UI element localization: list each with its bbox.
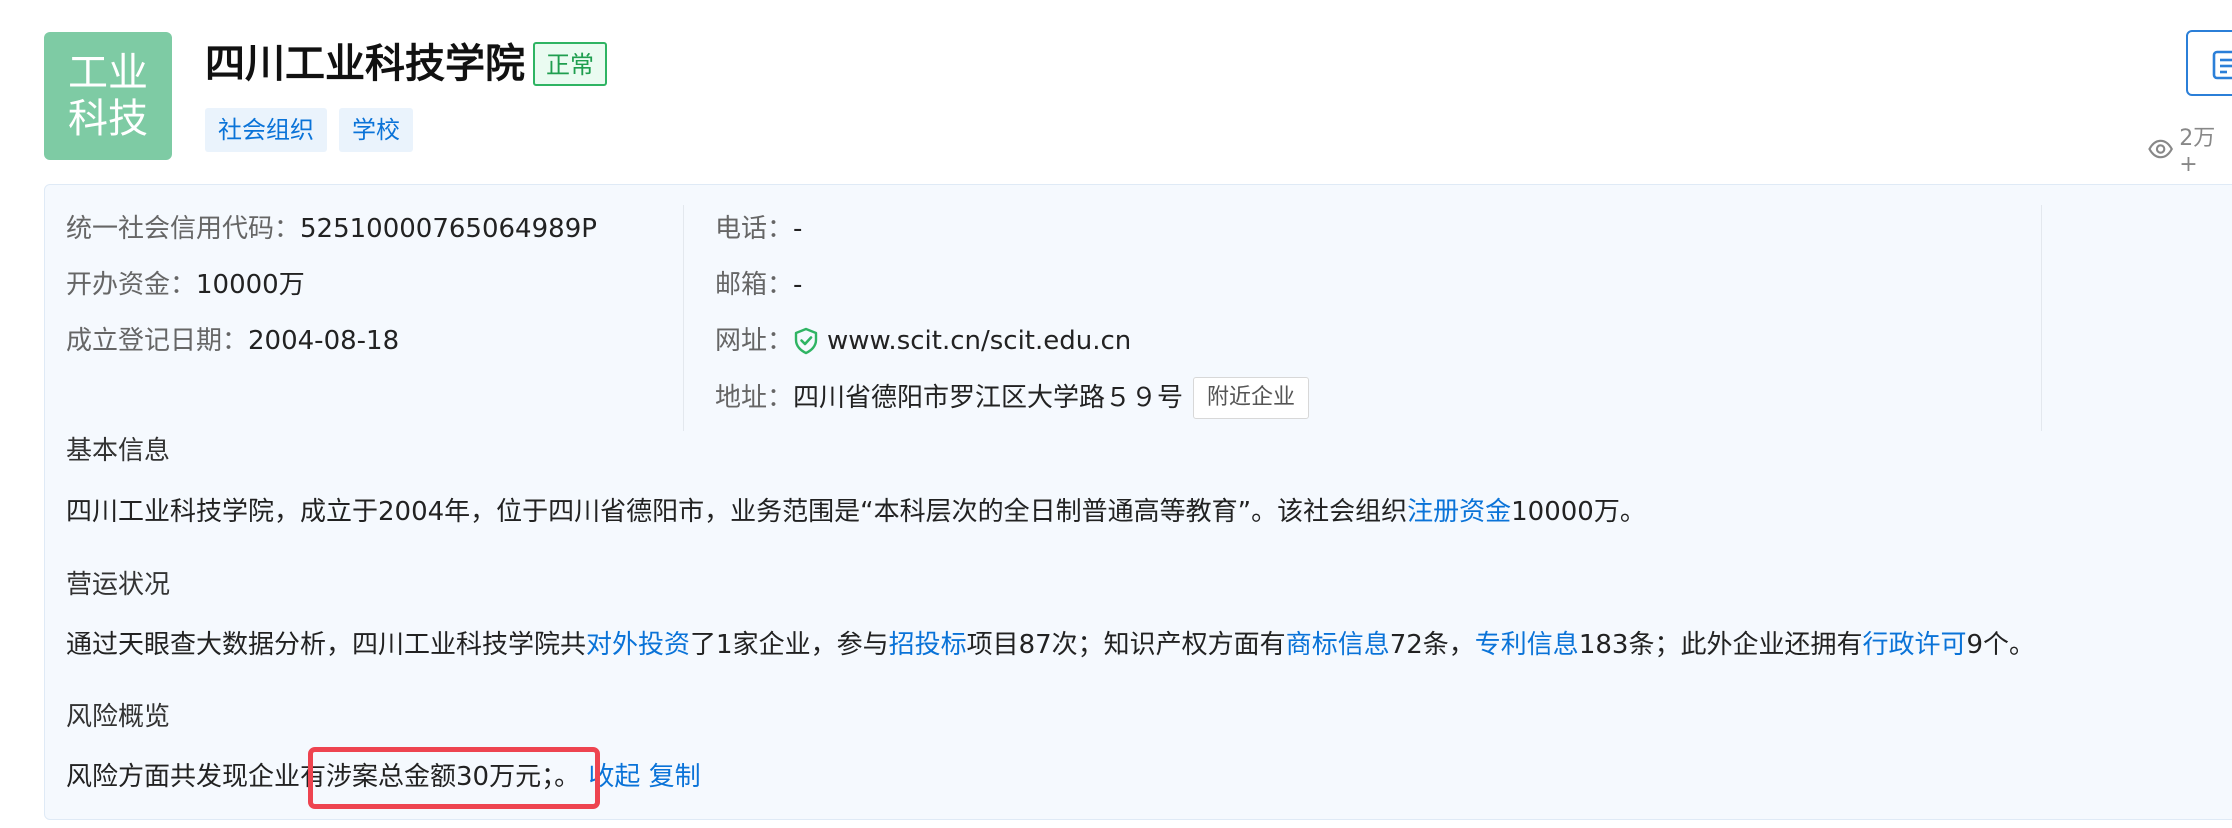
column-divider <box>683 205 684 431</box>
operation-text-part: 通过天眼查大数据分析，四川工业科技学院共 <box>66 630 587 660</box>
address-label: 地址： <box>715 383 794 413</box>
document-icon <box>2212 50 2232 80</box>
operation-status-text: 通过天眼查大数据分析，四川工业科技学院共对外投资了1家企业，参与招投标项目87次… <box>66 625 2035 665</box>
registration-date-field: 成立登记日期： 2004-08-18 <box>66 321 399 361</box>
logo-text-line1: 工业 <box>68 50 148 96</box>
risk-text-part: 。 <box>554 762 581 792</box>
collapse-link[interactable]: 收起 <box>588 762 640 792</box>
risk-overview-text: 风险方面共发现企业有涉案总金额30万元；。 收起 复制 <box>66 757 701 797</box>
company-info-panel: 统一社会信用代码： 52510000765064989P 开办资金： 10000… <box>44 184 2232 820</box>
risk-text-part: 风险方面共发现企业 <box>66 762 301 792</box>
outbound-investment-link[interactable]: 对外投资 <box>586 630 690 660</box>
company-logo: 工业 科技 <box>44 32 172 160</box>
risk-overview-title: 风险概览 <box>66 702 171 732</box>
capital-value: 10000万 <box>196 270 305 300</box>
basic-info-text-part: 四川工业科技学院，成立于2004年，位于四川省德阳市，业务范围是“本科层次的全日… <box>66 497 1408 527</box>
address-field: 地址： 四川省德阳市罗江区大学路５９号 附近企业 <box>715 377 1310 419</box>
tag-list: 社会组织 学校 <box>205 108 413 152</box>
operation-text-part: 项目87次；知识产权方面有 <box>966 630 1286 660</box>
tag-social-organization[interactable]: 社会组织 <box>205 108 327 152</box>
tag-school[interactable]: 学校 <box>339 108 413 152</box>
risk-amount-text: 有涉案总金额30万元； <box>300 762 555 792</box>
eye-icon <box>2148 139 2173 158</box>
operation-status-title: 营运状况 <box>66 570 171 600</box>
basic-info-text-part: 10000万。 <box>1511 497 1646 527</box>
company-name: 四川工业科技学院 <box>205 41 525 87</box>
bidding-link[interactable]: 招投标 <box>889 630 967 660</box>
status-badge: 正常 <box>533 42 607 86</box>
credit-code-label: 统一社会信用代码： <box>66 214 301 244</box>
column-divider <box>2041 205 2042 431</box>
registration-date-label: 成立登记日期： <box>66 326 249 356</box>
patent-info-link[interactable]: 专利信息 <box>1475 630 1579 660</box>
operation-text-part: 72条， <box>1389 630 1475 660</box>
registration-date-value: 2004-08-18 <box>248 326 400 356</box>
nearby-companies-button[interactable]: 附近企业 <box>1193 377 1310 419</box>
phone-label: 电话： <box>715 214 794 244</box>
administrative-license-link[interactable]: 行政许可 <box>1862 630 1966 660</box>
phone-field: 电话： - <box>715 209 802 249</box>
logo-text-line2: 科技 <box>68 96 148 142</box>
capital-field: 开办资金： 10000万 <box>66 265 305 305</box>
registered-capital-link[interactable]: 注册资金 <box>1407 497 1511 527</box>
operation-text-part: 183条；此外企业还拥有 <box>1578 630 1863 660</box>
basic-info-title: 基本信息 <box>66 436 171 466</box>
email-label: 邮箱： <box>715 270 794 300</box>
credit-code-value[interactable]: 52510000765064989P <box>300 209 597 249</box>
shield-check-icon <box>793 327 819 355</box>
operation-text-part: 9个。 <box>1966 630 2036 660</box>
email-value: - <box>793 270 803 300</box>
website-field: 网址： www.scit.cn/scit.edu.cn <box>715 321 1131 361</box>
operation-text-part: 了1家企业，参与 <box>690 630 889 660</box>
basic-info-text: 四川工业科技学院，成立于2004年，位于四川省德阳市，业务范围是“本科层次的全日… <box>66 492 1646 532</box>
view-count-text: 2万+ <box>2179 126 2216 177</box>
credit-code-field: 统一社会信用代码： 52510000765064989P <box>66 209 597 249</box>
website-link[interactable]: www.scit.cn/scit.edu.cn <box>827 321 1131 361</box>
address-value: 四川省德阳市罗江区大学路５９号 <box>793 383 1184 413</box>
website-label: 网址： <box>715 326 794 356</box>
report-button[interactable] <box>2186 30 2232 96</box>
copy-link[interactable]: 复制 <box>649 762 701 792</box>
trademark-info-link[interactable]: 商标信息 <box>1286 630 1390 660</box>
email-field: 邮箱： - <box>715 265 802 305</box>
phone-value: - <box>793 214 803 244</box>
view-count: 2万+ <box>2148 120 2232 177</box>
capital-label: 开办资金： <box>66 270 197 300</box>
